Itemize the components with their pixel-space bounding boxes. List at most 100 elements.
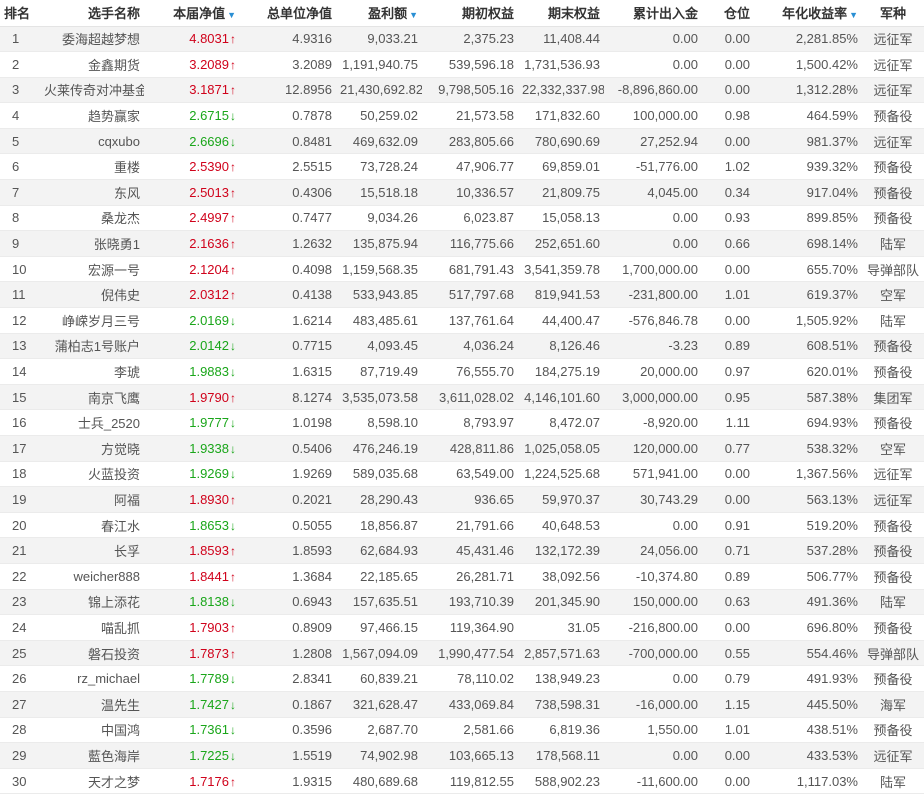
table-row[interactable]: 16 士兵_2520 1.9777↓ 1.0198 8,598.10 8,793.97 8,… [0,409,924,436]
player-name-cell[interactable]: weicher888 [40,563,144,590]
player-name-cell[interactable]: 倪伟史 [40,281,144,309]
table-row[interactable]: 4 趋势赢家 2.6715↓ 0.7878 50,259.02 21,573.58 171,… [0,102,924,129]
flow-cell: -8,920.00 [604,409,702,436]
player-name-cell[interactable]: 蒲柏志1号账户 [40,333,144,360]
column-header-end-equity[interactable]: 期末权益 [518,0,604,27]
flow-cell: -10,374.80 [604,563,702,590]
player-name-cell[interactable]: 张晓勇1 [40,230,144,257]
rank-cell: 9 [0,230,40,257]
table-row[interactable]: 2 金鑫期货 3.2089↑ 3.2089 1,191,940.75 539,596.18… [0,51,924,78]
table-row[interactable]: 7 东风 2.5013↑ 0.4306 15,518.18 10,336.57 21,809… [0,179,924,206]
player-name-cell[interactable]: cqxubo [40,128,144,155]
player-name-cell[interactable]: 中国鸿 [40,717,144,744]
column-header-annual-return[interactable]: 年化收益率 ▼ [754,0,862,27]
table-row[interactable]: 20 春江水 1.8653↓ 0.5055 18,856.87 21,791.66 40,6… [0,512,924,539]
table-row[interactable]: 28 中国鸿 1.7361↓ 0.3596 2,687.70 2,581.66 6,819.… [0,717,924,744]
player-name-cell[interactable]: 东风 [40,179,144,206]
column-header-rank[interactable]: 排名 [0,0,40,27]
column-header-start-equity[interactable]: 期初权益 [422,0,518,27]
table-row[interactable]: 6 重楼 2.5390↑ 2.5515 73,728.24 47,906.77 69,859… [0,153,924,181]
start-equity-cell: 103,665.13 [422,742,518,769]
player-name-cell[interactable]: 藍色海岸 [40,742,144,769]
table-row[interactable]: 1 委海超越梦想 4.8031↑ 4.9316 9,033.21 2,375.23 11,4… [0,26,924,53]
unit-nav-cell: 1.8593 [240,537,336,564]
table-row[interactable]: 8 桑龙杰 2.4997↑ 0.7477 9,034.26 6,023.87 15,058.… [0,205,924,232]
unit-nav-cell: 2.5515 [240,153,336,181]
table-row[interactable]: 14 李琥 1.9883↓ 1.6315 87,719.49 76,555.70 184,2… [0,358,924,385]
player-name-cell[interactable]: 南京飞鹰 [40,384,144,411]
table-row[interactable]: 27 温先生 1.7427↓ 0.1867 321,628.47 433,069.84 73… [0,691,924,718]
table-row[interactable]: 25 磐石投资 1.7873↑ 1.2808 1,567,094.09 1,990,477… [0,640,924,667]
table-row[interactable]: 15 南京飞鹰 1.9790↑ 8.1274 3,535,073.58 3,611,028… [0,384,924,411]
end-equity-cell: 59,970.37 [518,486,604,513]
arrow-down-icon: ↓ [230,109,236,124]
unit-nav-cell: 1.6315 [240,358,336,385]
player-name-cell[interactable]: 磐石投资 [40,640,144,667]
player-name-cell[interactable]: 趋势赢家 [40,102,144,129]
table-row[interactable]: 13 蒲柏志1号账户 2.0142↓ 0.7715 4,093.45 4,036.24 8,… [0,333,924,360]
player-name-cell[interactable]: 温先生 [40,691,144,718]
start-equity-cell: 76,555.70 [422,358,518,385]
table-row[interactable]: 30 天才之梦 1.7176↑ 1.9315 480,689.68 119,812.55 5… [0,768,924,795]
table-row[interactable]: 11 倪伟史 2.0312↑ 0.4138 533,943.85 517,797.68 81… [0,281,924,309]
rank-cell: 14 [0,358,40,385]
column-header-profit[interactable]: 盈利额 ▼ [336,0,422,27]
nav-cell: 1.7427↓ [144,691,240,718]
table-row[interactable]: 9 张晓勇1 2.1636↑ 1.2632 135,875.94 116,775.66 25… [0,230,924,257]
player-name-cell[interactable]: 李琥 [40,358,144,385]
column-header-nav[interactable]: 本届净值 ▼ [144,0,240,27]
position-cell: 0.93 [702,205,754,232]
table-row[interactable]: 17 方觉晓 1.9338↓ 0.5406 476,246.19 428,811.86 1,… [0,435,924,462]
end-equity-cell: 21,809.75 [518,179,604,206]
table-row[interactable]: 12 峥嵘岁月三号 2.0169↓ 1.6214 483,485.61 137,761.6… [0,307,924,334]
player-name-cell[interactable]: 阿福 [40,486,144,513]
table-row[interactable]: 21 长孚 1.8593↑ 1.8593 62,684.93 45,431.46 132,1… [0,537,924,564]
start-equity-cell: 193,710.39 [422,589,518,616]
rank-cell: 11 [0,281,40,309]
annual-return-cell: 519.20% [754,512,862,539]
sort-desc-icon[interactable]: ▼ [227,10,236,20]
unit-nav-cell: 1.5519 [240,742,336,769]
nav-value: 1.9790 [189,389,229,405]
player-name-cell[interactable]: 士兵_2520 [40,409,144,436]
column-header-flow[interactable]: 累计出入金 [604,0,702,27]
player-name-cell[interactable]: 喵乱抓 [40,614,144,641]
sort-desc-icon[interactable]: ▼ [849,10,858,20]
column-header-position[interactable]: 仓位 [702,0,754,27]
table-row[interactable]: 5 cqxubo 2.6696↓ 0.8481 469,632.09 283,805.66… [0,128,924,155]
flow-cell: 24,056.00 [604,537,702,564]
annual-return-cell: 563.13% [754,486,862,513]
annual-return-cell: 619.37% [754,281,862,309]
player-name-cell[interactable]: 委海超越梦想 [40,26,144,53]
table-row[interactable]: 26 rz_michael 1.7789↓ 2.8341 60,839.21 78,110… [0,665,924,692]
column-header-name[interactable]: 选手名称 [40,0,144,27]
player-name-cell[interactable]: 春江水 [40,512,144,539]
player-name-cell[interactable]: 长孚 [40,537,144,564]
rank-cell: 21 [0,537,40,564]
table-row[interactable]: 10 宏源一号 2.1204↑ 0.4098 1,159,568.35 681,791.4… [0,256,924,283]
end-equity-cell: 780,690.69 [518,128,604,155]
player-name-cell[interactable]: 锦上添花 [40,589,144,616]
column-header-unit-nav[interactable]: 总单位净值 [240,0,336,27]
table-row[interactable]: 18 火蓝投资 1.9269↓ 1.9269 589,035.68 63,549.00 1,… [0,461,924,488]
player-name-cell[interactable]: 金鑫期货 [40,51,144,78]
table-row[interactable]: 22 weicher888 1.8441↑ 1.3684 22,185.65 26,281… [0,563,924,590]
sort-desc-icon[interactable]: ▼ [409,10,418,20]
player-name-cell[interactable]: 宏源一号 [40,256,144,283]
player-name-cell[interactable]: 重楼 [40,153,144,181]
start-equity-cell: 45,431.46 [422,537,518,564]
player-name-cell[interactable]: 天才之梦 [40,768,144,795]
unit-nav-cell: 0.4098 [240,256,336,283]
player-name-cell[interactable]: 峥嵘岁月三号 [40,307,144,334]
table-row[interactable]: 19 阿福 1.8930↑ 0.2021 28,290.43 936.65 59,970.3… [0,486,924,513]
table-row[interactable]: 23 锦上添花 1.8138↓ 0.6943 157,635.51 193,710.39 2… [0,589,924,616]
player-name-cell[interactable]: 火莱传奇对冲基金 [40,77,144,104]
table-row[interactable]: 3 火莱传奇对冲基金 3.1871↑ 12.8956 21,430,692.82 9,79… [0,77,924,104]
player-name-cell[interactable]: 火蓝投资 [40,461,144,488]
player-name-cell[interactable]: rz_michael [40,665,144,692]
column-header-army[interactable]: 军种 [862,0,924,27]
table-row[interactable]: 29 藍色海岸 1.7225↓ 1.5519 74,902.98 103,665.13 17… [0,742,924,769]
player-name-cell[interactable]: 方觉晓 [40,435,144,462]
table-row[interactable]: 24 喵乱抓 1.7903↑ 0.8909 97,466.15 119,364.90 31.… [0,614,924,641]
player-name-cell[interactable]: 桑龙杰 [40,205,144,232]
